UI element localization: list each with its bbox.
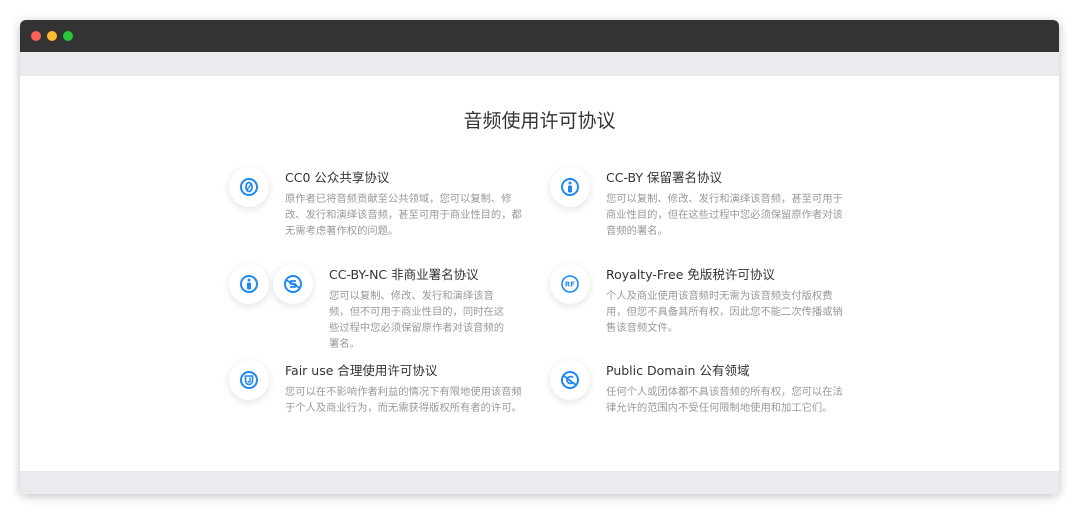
license-desc-cc0: 原作者已将音频贡献至公共领域，您可以复制、修改、发行和演绎该音频，甚至可用于商业…: [285, 193, 522, 237]
cc0-icon: [229, 167, 269, 207]
license-title-cc-by-nc: CC-BY-NC 非商业署名协议: [329, 267, 479, 282]
rf-icon: RF: [550, 264, 590, 304]
attribution-icon: [229, 264, 269, 304]
license-desc-royalty-free: 个人及商业使用该音频时无需为该音频支付版权费用，但您不具备其所有权，因此您不能二…: [606, 290, 843, 334]
maximize-button[interactable]: [63, 31, 73, 41]
top-strip: [20, 52, 1059, 76]
license-title-cc0: CC0 公众共享协议: [285, 170, 390, 185]
license-title-fair-use: Fair use 合理使用许可协议: [285, 363, 438, 378]
license-title-cc-by: CC-BY 保留署名协议: [606, 170, 723, 185]
license-desc-fair-use: 您可以在不影响作者利益的情况下有限地使用该音频于个人及商业行为，而无需获得版权所…: [285, 386, 522, 414]
close-button[interactable]: [31, 31, 41, 41]
bottom-strip: [20, 471, 1059, 494]
svg-text:RF: RF: [565, 281, 575, 289]
title-bar: [20, 20, 1059, 52]
public-domain-icon: [550, 360, 590, 400]
minimize-button[interactable]: [47, 31, 57, 41]
license-desc-cc-by: 您可以复制、修改、发行和演绎该音频，甚至可用于商业性目的，但在这些过程中您必须保…: [606, 193, 843, 237]
page-title: 音频使用许可协议: [463, 110, 616, 132]
license-desc-public-domain: 任何个人或团体都不具该音频的所有权，您可以在法律允许的范围内不受任何限制地使用和…: [606, 386, 843, 414]
attribution-icon: [550, 167, 590, 207]
license-title-royalty-free: Royalty-Free 免版税许可协议: [606, 267, 775, 282]
license-title-public-domain: Public Domain 公有领域: [606, 363, 750, 378]
license-desc-cc-by-nc: 您可以复制、修改、发行和演绎该音频，但不可用于商业性目的，同时在这些过程中您必须…: [329, 290, 505, 350]
browser-window: 音频使用许可协议 CC0 公众共享协议 原作者已将音频贡献至公共领域，您可以复制…: [20, 20, 1059, 494]
fair-use-icon: [229, 360, 269, 400]
non-commercial-icon: [273, 264, 313, 304]
